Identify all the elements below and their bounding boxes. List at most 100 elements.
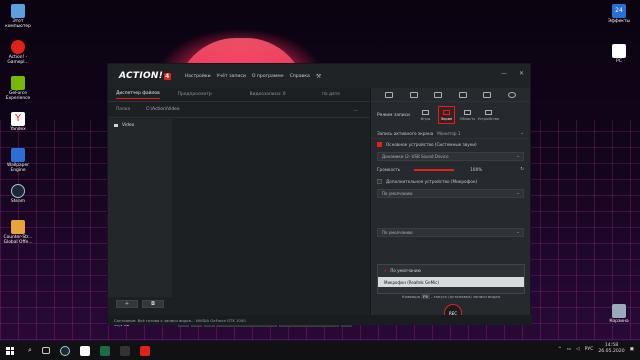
chevron-down-icon: ⌄: [516, 191, 520, 196]
yandex-taskbar-icon[interactable]: [79, 345, 90, 356]
app-taskbar-icon[interactable]: [119, 345, 130, 356]
clock[interactable]: 14:58 26.05.2020: [598, 343, 624, 355]
recycle-bin-icon: [612, 304, 626, 318]
camera-icon[interactable]: [458, 91, 467, 98]
chevron-down-icon: ⌄: [516, 230, 520, 235]
gear-icon[interactable]: [507, 91, 516, 98]
network-icon[interactable]: ▭: [567, 347, 571, 352]
chevron-up-icon[interactable]: ^: [558, 347, 562, 352]
file-list: Video: [108, 119, 172, 297]
desktop-icons-left: Этот компьютер Action! - Gamepl... GeFor…: [2, 2, 36, 254]
main-device-select[interactable]: Динамики (2- USB Sound Device ⌄: [377, 152, 524, 161]
volume-slider[interactable]: [414, 168, 455, 171]
screen-select-row[interactable]: Запись активного экрана Монитор 1 ⌄: [371, 128, 530, 139]
camera-button[interactable]: ◘: [142, 300, 164, 308]
timer-icon[interactable]: [483, 91, 492, 98]
action-icon: [11, 40, 25, 54]
volume-row: Громкость 100% ↻: [377, 167, 524, 172]
tab-file-manager[interactable]: Диспетчер файлов: [116, 91, 160, 99]
add-button[interactable]: +: [116, 300, 138, 308]
desktop-icon-recycle-bin[interactable]: Корзина: [600, 302, 638, 336]
media-taskbar-icon[interactable]: [99, 345, 110, 356]
record-mode-title: Режим записи: [377, 112, 410, 118]
steam-taskbar-icon[interactable]: [59, 345, 70, 356]
hd-icon[interactable]: [409, 91, 418, 98]
notification-icon[interactable]: ▣: [630, 347, 634, 352]
wrench-icon[interactable]: ⚒: [316, 73, 321, 80]
record-mode-row: Режим записи Игры Экран Область Устройст…: [371, 102, 530, 128]
browse-button[interactable]: ...: [353, 107, 358, 113]
csgo-icon: [11, 220, 25, 234]
sort-dropdown[interactable]: по дате: [322, 92, 340, 97]
chevron-down-icon: ⌄: [520, 130, 524, 136]
default-device-select[interactable]: По умолчанию ⌄: [377, 228, 524, 237]
desktop-icon-csgo[interactable]: Counter-Str... Global Offe...: [2, 218, 34, 252]
menu-settings[interactable]: Настройки: [185, 74, 211, 79]
monitor-icon[interactable]: [385, 91, 394, 98]
device-icon: [485, 109, 492, 115]
volume-icon[interactable]: ◁: [576, 347, 580, 352]
taskview-icon[interactable]: [41, 347, 50, 354]
steam-icon: [11, 184, 25, 198]
screen-icon[interactable]: [434, 91, 443, 98]
effects-icon: 24: [612, 4, 626, 18]
desktop-icon-effects[interactable]: 24 Эффекты: [600, 2, 638, 36]
refresh-icon[interactable]: ↻: [520, 167, 524, 172]
menu-account[interactable]: Учёт записи: [217, 74, 246, 79]
mode-device[interactable]: Устройство: [478, 106, 499, 124]
yandex-icon: Y: [11, 112, 25, 126]
start-button[interactable]: [6, 346, 14, 355]
desktop-icon-steam[interactable]: Steam: [2, 182, 34, 216]
taskbar: ⌕ ^ ▭ ◁ РУС 14:58 26.05.2020 ▣: [0, 341, 640, 360]
desktop-icon-this-pc[interactable]: Этот компьютер: [2, 2, 34, 36]
menu-help[interactable]: Справка: [290, 74, 310, 79]
folder-row: Папка C:\Action\Video ...: [108, 102, 370, 118]
search-icon[interactable]: ⌕: [28, 346, 32, 355]
desktop-icon-yandex[interactable]: Y Yandex: [2, 110, 34, 144]
main-audio-row[interactable]: Основное устройство (Системные звуки): [371, 139, 530, 150]
record-modes: Игры Экран Область Устройство: [417, 106, 499, 124]
mode-area[interactable]: Область: [459, 106, 476, 124]
volume-fill: [414, 168, 455, 171]
left-tabs: Диспетчер файлов Предпросмотр Видеозапис…: [108, 88, 370, 102]
extra-audio-checkbox[interactable]: [377, 179, 382, 184]
mode-games[interactable]: Игры: [417, 106, 434, 124]
top-menu: Настройки Учёт записи О программе Справк…: [185, 74, 310, 79]
desktop-icons-right: 24 Эффекты PC: [600, 2, 638, 78]
file-manager-pane: Диспетчер файлов Предпросмотр Видеозапис…: [108, 88, 370, 327]
desktop-icon-action[interactable]: Action! - Gamepl...: [2, 38, 34, 72]
desktop-icon-pc[interactable]: PC: [600, 42, 638, 76]
pc-icon: [11, 4, 25, 18]
dropdown-item-default[interactable]: ✔ По умолчанию: [378, 265, 524, 275]
videos-count: Видеозаписи: 0: [249, 92, 286, 97]
geforce-icon: [11, 76, 25, 90]
tab-preview[interactable]: Предпросмотр: [178, 92, 212, 97]
list-item[interactable]: Video: [108, 119, 172, 132]
extra-audio-row[interactable]: Дополнительное устройство (Микрофон): [371, 176, 530, 187]
gamepad-icon: [422, 109, 429, 115]
hotkey-hint: Клавиша F9 - запуск (остановка) записи в…: [401, 294, 501, 299]
check-icon: ✔: [384, 267, 388, 273]
minimize-icon[interactable]: —: [501, 70, 507, 77]
chevron-down-icon: ⌄: [516, 154, 520, 159]
extra-device-select[interactable]: По умолчанию ⌄: [377, 189, 524, 198]
status-bar: Состояние: Всё готово к записи видео... …: [108, 315, 532, 325]
device-dropdown-menu: ✔ По умолчанию Микрофон (Realtek GeMic): [377, 264, 525, 294]
action-taskbar-icon[interactable]: [139, 345, 150, 356]
main-audio-checkbox[interactable]: [377, 142, 382, 147]
folder-label: Папка: [116, 107, 131, 112]
folder-icon: [114, 124, 118, 127]
folder-path[interactable]: C:\Action\Video: [146, 107, 180, 112]
mode-screen[interactable]: Экран: [438, 106, 455, 124]
area-icon: [464, 109, 471, 115]
close-icon[interactable]: ✕: [519, 70, 524, 77]
screen-icon: [443, 109, 450, 115]
desktop-icon-geforce[interactable]: GeForce Experience: [2, 74, 34, 108]
file-buttons: + ◘: [116, 300, 164, 308]
menu-about[interactable]: О программе: [252, 74, 284, 79]
dropdown-item-mic[interactable]: Микрофон (Realtek GeMic): [378, 277, 524, 287]
desktop-icon-wallpaper-engine[interactable]: Wallpaper Engine: [2, 146, 34, 180]
tray: ^ ▭ ◁ РУС 14:58 26.05.2020 ▣: [558, 343, 634, 355]
titlebar: ACTION! 4 Настройки Учёт записи О програм…: [108, 64, 530, 88]
language-indicator[interactable]: РУС: [585, 347, 594, 352]
